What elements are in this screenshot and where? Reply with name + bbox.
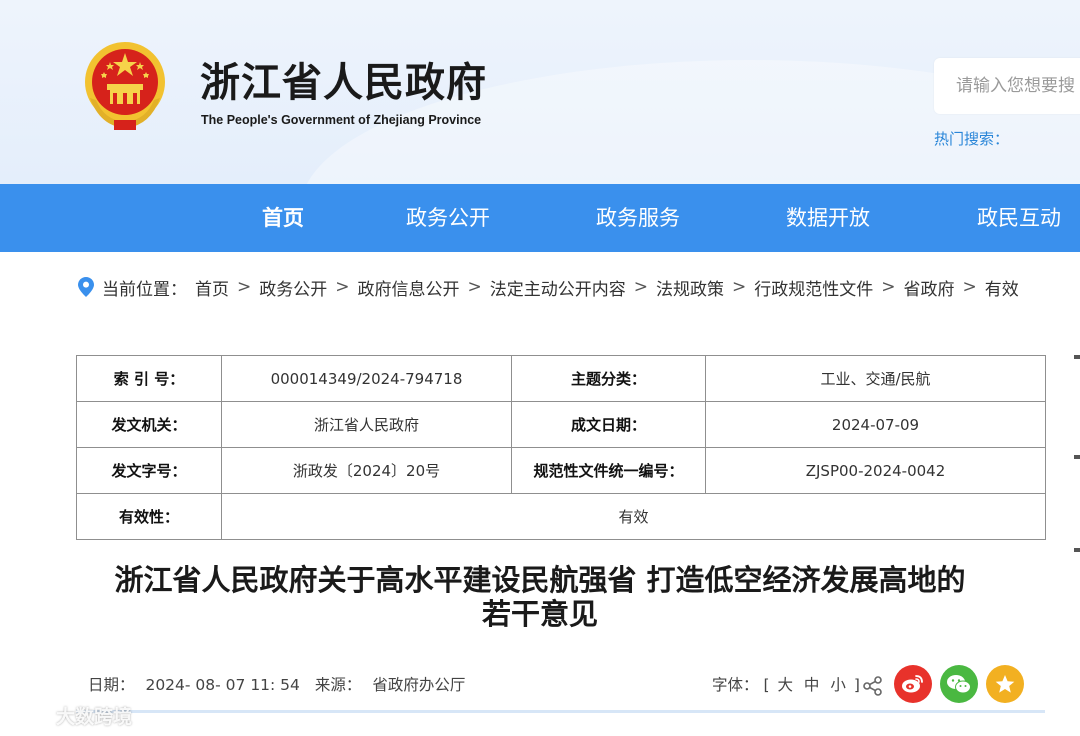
edge-marker [1074, 548, 1080, 552]
table-row: 发文机关： 浙江省人民政府 成文日期： 2024-07-09 [76, 401, 1046, 448]
site-title[interactable]: 浙江省人民政府 [200, 50, 487, 108]
breadcrumb-separator: > [732, 277, 747, 297]
watermark-text: 大数跨境 [56, 706, 133, 728]
share-icon[interactable] [862, 675, 884, 697]
site-subtitle: The People's Government of Zhejiang Prov… [201, 113, 482, 127]
nav-item-home[interactable]: 首页 [262, 184, 304, 252]
breadcrumb-separator: > [467, 277, 482, 297]
table-row: 索 引 号： 000014349/2024-794718 主题分类： 工业、交通… [76, 355, 1046, 402]
font-size-control: 字体： [ 大 中 小 ] [712, 673, 860, 695]
document-info-table: 索 引 号： 000014349/2024-794718 主题分类： 工业、交通… [76, 355, 1046, 540]
hot-search-label: 热门搜索： [934, 130, 1010, 148]
font-size-bracket-open: [ [763, 676, 770, 694]
breadcrumb-item-valid[interactable]: 有效 [985, 275, 1019, 300]
breadcrumb-item-regulations[interactable]: 法规政策 [656, 275, 724, 300]
unified-code-label: 规范性文件统一编号： [511, 447, 706, 494]
validity-value: 有效 [221, 493, 1046, 540]
nav-item-gov-services[interactable]: 政务服务 [596, 184, 680, 252]
breadcrumb: 当前位置： 首页 > 政务公开 > 政府信息公开 > 法定主动公开内容 > 法规… [78, 274, 1019, 300]
document-number-label: 发文字号： [76, 447, 222, 494]
breadcrumb-item-provincial-gov[interactable]: 省政府 [904, 275, 955, 300]
drafting-date-value: 2024-07-09 [705, 401, 1046, 448]
main-nav: 首页 政务公开 政务服务 数据开放 政民互动 [0, 184, 1080, 252]
drafting-date-label: 成文日期： [511, 401, 706, 448]
source-value: 省政府办公厅 [372, 676, 466, 694]
national-emblem-icon[interactable] [80, 38, 170, 132]
breadcrumb-item-gov-affairs-open[interactable]: 政务公开 [259, 275, 327, 300]
breadcrumb-separator: > [881, 277, 896, 297]
breadcrumb-item-normative-docs[interactable]: 行政规范性文件 [754, 275, 873, 300]
nav-item-open-data[interactable]: 数据开放 [786, 184, 870, 252]
watermark-logo-icon [11, 708, 48, 723]
favorite-button[interactable] [986, 665, 1024, 703]
index-number-label: 索 引 号： [76, 355, 222, 402]
weibo-icon [902, 675, 923, 693]
article-title: 浙江省人民政府关于高水平建设民航强省 打造低空经济发展高地的 若干意见 [60, 563, 1020, 631]
site-header: 浙江省人民政府 The People's Government of Zheji… [0, 0, 1080, 184]
font-size-label: 字体： [712, 676, 759, 694]
breadcrumb-separator: > [237, 277, 252, 297]
font-size-medium-button[interactable]: 中 [804, 676, 820, 694]
location-pin-icon [78, 277, 94, 297]
index-number-value: 000014349/2024-794718 [221, 355, 512, 402]
breadcrumb-separator: > [335, 277, 350, 297]
article-title-line-1: 浙江省人民政府关于高水平建设民航强省 打造低空经济发展高地的 [114, 563, 966, 597]
topic-category-value: 工业、交通/民航 [705, 355, 1046, 402]
breadcrumb-separator: > [962, 277, 977, 297]
issuing-authority-label: 发文机关： [76, 401, 222, 448]
nav-item-gov-affairs-open[interactable]: 政务公开 [406, 184, 490, 252]
date-value: 2024- 08- 07 11: 54 [145, 676, 300, 694]
wechat-share-button[interactable] [940, 665, 978, 703]
font-size-large-button[interactable]: 大 [777, 676, 793, 694]
font-size-bracket-close: ] [853, 676, 860, 694]
topic-category-label: 主题分类： [511, 355, 706, 402]
breadcrumb-item-statutory-content[interactable]: 法定主动公开内容 [490, 275, 626, 300]
content-divider [76, 710, 1045, 713]
font-size-small-button[interactable]: 小 [830, 676, 846, 694]
table-row: 发文字号： 浙政发〔2024〕20号 规范性文件统一编号： ZJSP00-202… [76, 447, 1046, 494]
watermark: 大数跨境 [10, 702, 132, 729]
article-title-line-2: 若干意见 [481, 597, 598, 631]
search-input[interactable] [934, 58, 1080, 114]
source-label: 来源： [314, 676, 362, 694]
breadcrumb-prefix: 当前位置： [102, 279, 187, 300]
validity-label: 有效性： [76, 493, 222, 540]
breadcrumb-item-gov-info-open[interactable]: 政府信息公开 [358, 275, 460, 300]
unified-code-value: ZJSP00-2024-0042 [705, 447, 1046, 494]
issuing-authority-value: 浙江省人民政府 [221, 401, 512, 448]
edge-marker [1074, 455, 1080, 459]
table-row: 有效性： 有效 [76, 493, 1046, 540]
nav-item-interaction[interactable]: 政民互动 [977, 184, 1061, 252]
breadcrumb-separator: > [633, 277, 648, 297]
weibo-share-button[interactable] [894, 665, 932, 703]
document-number-value: 浙政发〔2024〕20号 [221, 447, 512, 494]
star-icon [995, 675, 1015, 693]
breadcrumb-item-home[interactable]: 首页 [195, 275, 229, 300]
date-label: 日期： [88, 676, 135, 694]
article-meta: 日期： 2024- 08- 07 11: 54 来源： 省政府办公厅 [88, 673, 471, 695]
wechat-icon [947, 675, 971, 694]
edge-marker [1074, 355, 1080, 359]
